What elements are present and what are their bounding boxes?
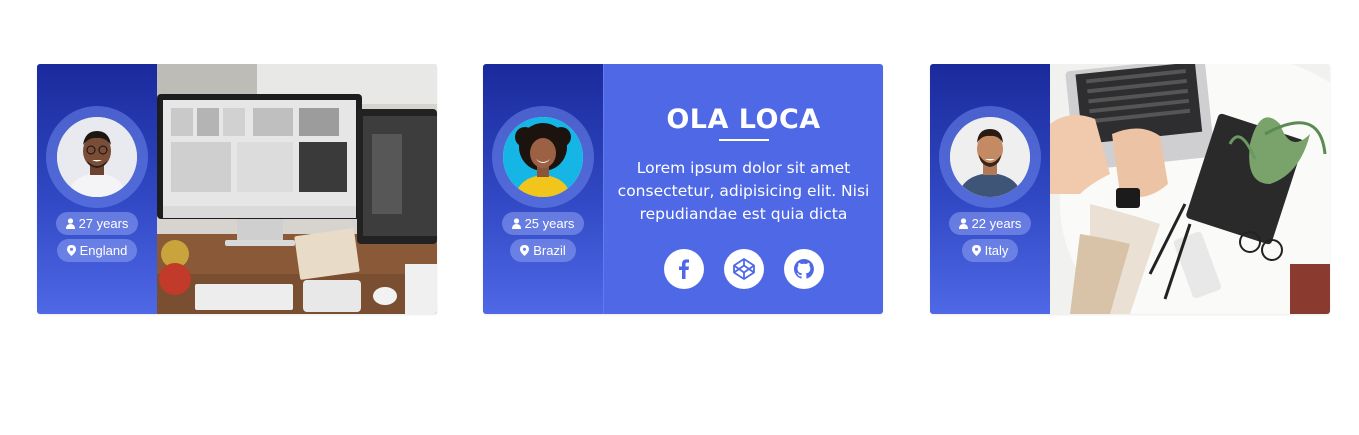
user-icon <box>958 218 968 229</box>
user-icon <box>65 218 75 229</box>
codepen-icon <box>732 258 755 280</box>
facebook-icon <box>678 259 689 279</box>
workspace-photo <box>157 64 437 314</box>
avatar <box>57 117 137 197</box>
profile-sidebar: 22 years Italy <box>930 64 1050 314</box>
avatar-ring <box>46 106 148 208</box>
age-text: 27 years <box>78 216 129 231</box>
github-icon <box>793 259 814 279</box>
github-link[interactable] <box>783 249 824 289</box>
profile-sidebar: 27 years England <box>37 64 157 314</box>
profile-card-2: 25 years Brazil OLA LOCA Lorem ipsum dol… <box>483 64 883 314</box>
age-badge: 25 years <box>501 212 585 235</box>
avatar-ring <box>492 106 594 208</box>
avatar-ring <box>939 106 1041 208</box>
facebook-link[interactable] <box>663 249 704 289</box>
profile-bio: Lorem ipsum dolor sit amet consectetur, … <box>617 159 870 223</box>
map-marker-icon <box>971 245 981 256</box>
codepen-link[interactable] <box>723 249 764 289</box>
profile-info: OLA LOCA Lorem ipsum dolor sit amet cons… <box>603 64 883 314</box>
profile-sidebar: 25 years Brazil <box>483 64 603 314</box>
profile-name: OLA LOCA <box>666 104 821 135</box>
age-text: 25 years <box>524 216 575 231</box>
map-marker-icon <box>66 245 76 256</box>
avatar <box>503 117 583 197</box>
country-badge: Brazil <box>510 239 576 262</box>
profile-card-1: 27 years England <box>37 64 437 314</box>
profile-card-3: 22 years Italy <box>930 64 1330 314</box>
country-badge: Italy <box>961 239 1019 262</box>
user-icon <box>511 218 521 229</box>
age-badge: 27 years <box>55 212 139 235</box>
name-underline <box>718 139 769 141</box>
social-links <box>663 249 824 289</box>
avatar <box>950 117 1030 197</box>
age-badge: 22 years <box>948 212 1032 235</box>
age-text: 22 years <box>971 216 1022 231</box>
map-marker-icon <box>520 245 530 256</box>
country-badge: England <box>56 239 138 262</box>
laptop-photo <box>1050 64 1330 314</box>
country-text: Brazil <box>533 243 566 258</box>
country-text: England <box>79 243 128 258</box>
country-text: Italy <box>984 243 1009 258</box>
